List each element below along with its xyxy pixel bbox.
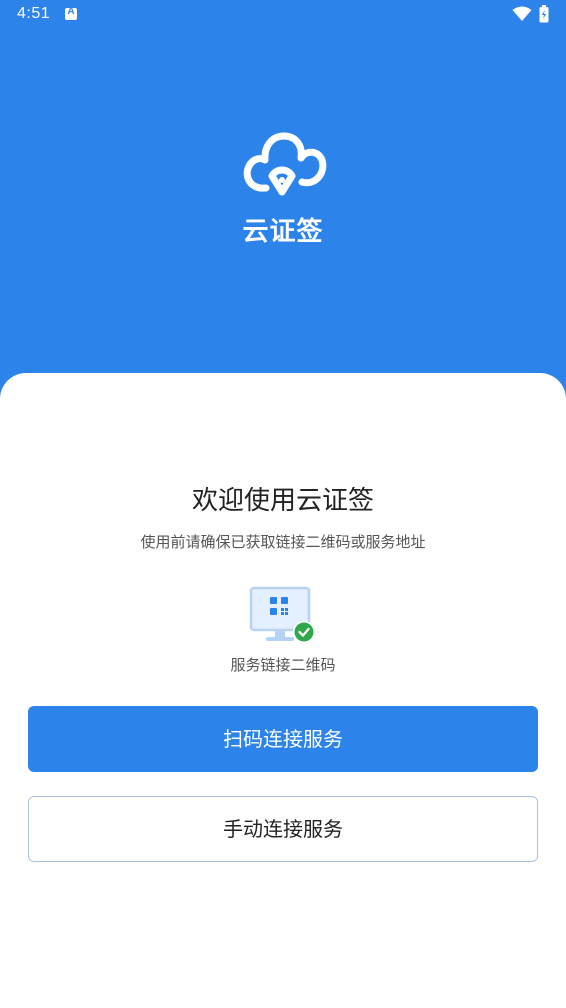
qr-caption: 服务链接二维码 xyxy=(230,656,336,674)
status-time: 4:51 xyxy=(17,5,51,22)
battery-icon xyxy=(539,5,549,23)
cloud-pen-logo-icon xyxy=(243,132,327,196)
app-name: 云证签 xyxy=(242,217,324,247)
subtitle: 使用前请确保已获取链接二维码或服务地址 xyxy=(140,533,426,551)
wifi-icon xyxy=(512,6,532,21)
welcome-title: 欢迎使用云证签 xyxy=(191,486,374,516)
a-box-icon: A xyxy=(65,6,77,20)
monitor-qr-check-icon xyxy=(249,586,315,643)
scan-connect-button[interactable]: 扫码连接服务 xyxy=(28,706,538,772)
welcome-sheet: 欢迎使用云证签 使用前请确保已获取链接二维码或服务地址 服务链接二维码 扫码连接… xyxy=(0,373,566,1008)
manual-connect-button[interactable]: 手动连接服务 xyxy=(28,796,538,862)
status-bar: 4:51 A xyxy=(0,0,566,30)
